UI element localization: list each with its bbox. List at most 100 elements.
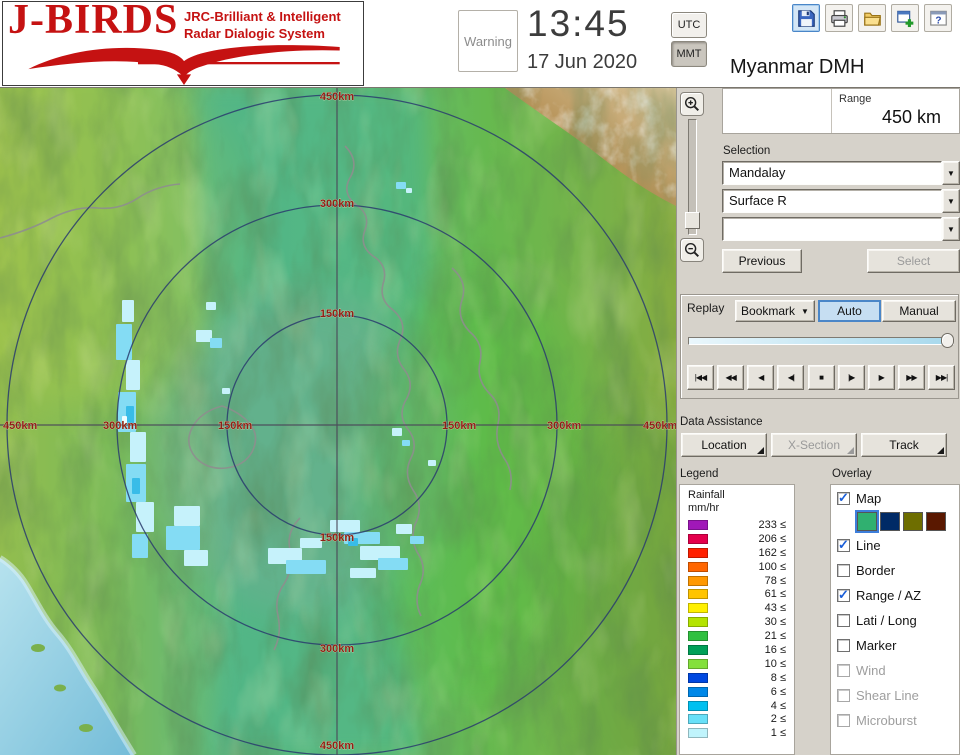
overlay-item-wind[interactable]: Wind: [835, 658, 955, 683]
zoom-control: [679, 92, 705, 262]
location-button-label: Location: [701, 438, 747, 452]
expand-corner-icon: [847, 447, 854, 454]
magnifier-minus-icon: [684, 242, 700, 258]
utc-button[interactable]: UTC: [671, 12, 707, 38]
manual-mode-button[interactable]: Manual: [882, 300, 956, 322]
overlay-item-shear-line[interactable]: Shear Line: [835, 683, 955, 708]
legend-swatch: [688, 672, 708, 683]
ring-label: 150km: [320, 308, 354, 320]
jump-last-button[interactable]: ▶▶|: [928, 365, 955, 390]
play-button[interactable]: ▶: [867, 365, 895, 390]
legend-row: 206 ≤: [688, 532, 786, 546]
selection-label: Selection: [723, 145, 771, 157]
step-forward-button[interactable]: |▶: [837, 365, 865, 390]
legend-swatch: [688, 547, 708, 558]
floppy-disk-icon: [797, 9, 815, 27]
legend-row: 4 ≤: [688, 699, 786, 713]
zoom-out-button[interactable]: [680, 238, 704, 262]
replay-group: Replay Bookmark ▼ Auto Manual |◀◀ ◀◀ ◀ ◀…: [680, 294, 959, 399]
legend-row: 2 ≤: [688, 712, 786, 726]
zoom-slider[interactable]: [684, 119, 700, 235]
x-section-button[interactable]: X-Section: [771, 433, 857, 457]
map-style-swatch[interactable]: [926, 511, 946, 531]
previous-button[interactable]: Previous: [722, 249, 802, 273]
zoom-slider-thumb[interactable]: [684, 212, 700, 229]
chevron-down-icon: ▼: [801, 306, 809, 316]
open-file-button[interactable]: [858, 4, 886, 32]
location-button[interactable]: Location: [681, 433, 767, 457]
stop-button[interactable]: ■: [807, 365, 835, 390]
data-assistance-label: Data Assistance: [680, 416, 763, 428]
overlay-item-range-az[interactable]: Range / AZ: [835, 583, 955, 608]
legend-row: 43 ≤: [688, 601, 786, 615]
radar-map[interactable]: 450km 300km 150km 150km 300km 450km 450k…: [0, 88, 676, 755]
legend-label: Legend: [680, 468, 719, 480]
product-dropdown-arrow[interactable]: ▼: [942, 189, 960, 213]
bookmark-dropdown-button[interactable]: Bookmark ▼: [735, 300, 815, 322]
fast-forward-button[interactable]: ▶▶: [897, 365, 925, 390]
overlay-item-border[interactable]: Border: [835, 558, 955, 583]
play-reverse-button[interactable]: ◀: [747, 365, 775, 390]
map-style-swatch[interactable]: [880, 511, 900, 531]
overlay-panel: Map Line Border Range: [830, 484, 960, 755]
option-dropdown-arrow[interactable]: ▼: [942, 217, 960, 241]
replay-slider-track[interactable]: [688, 337, 954, 345]
ring-label: 450km: [320, 91, 354, 103]
overlay-item-microburst[interactable]: Microburst: [835, 708, 955, 733]
overlay-item-map[interactable]: Map: [835, 488, 955, 509]
select-button[interactable]: Select: [867, 249, 960, 273]
line-checkbox[interactable]: [837, 537, 850, 553]
map-style-swatch[interactable]: [903, 511, 923, 531]
overlay-item-line[interactable]: Line: [835, 533, 955, 558]
save-button[interactable]: [792, 4, 820, 32]
legend-swatch: [688, 561, 708, 572]
step-back-button[interactable]: ◀|: [777, 365, 805, 390]
map-checkbox[interactable]: [837, 490, 850, 506]
marker-checkbox[interactable]: [837, 639, 850, 652]
svg-text:?: ?: [935, 15, 941, 26]
auto-mode-button[interactable]: Auto: [818, 300, 881, 322]
lati-long-checkbox[interactable]: [837, 614, 850, 627]
station-name: Myanmar DMH: [730, 50, 954, 84]
map-style-swatch[interactable]: [855, 509, 879, 533]
print-button[interactable]: [825, 4, 853, 32]
ring-label: 300km: [547, 420, 581, 432]
replay-slider-thumb[interactable]: [941, 333, 954, 348]
track-button[interactable]: Track: [861, 433, 947, 457]
legend-row: 233 ≤: [688, 518, 786, 532]
legend-swatch: [688, 686, 708, 697]
border-checkbox[interactable]: [837, 564, 850, 577]
site-dropdown[interactable]: Mandalay ▼: [722, 161, 960, 185]
logo: J-BIRDS JRC-Brilliant & Intelligent Rada…: [2, 0, 364, 86]
legend-swatch: [688, 714, 708, 725]
chevron-down-icon: ▼: [947, 224, 955, 234]
legend-scale: 233 ≤ 206 ≤ 162 ≤ 100 ≤ 78 ≤ 61 ≤ 43 ≤ 3…: [688, 518, 786, 740]
mmt-button[interactable]: MMT: [671, 41, 707, 67]
wind-checkbox[interactable]: [837, 664, 850, 677]
legend-row: 61 ≤: [688, 587, 786, 601]
toolbar: ?: [792, 4, 952, 32]
zoom-in-button[interactable]: [680, 92, 704, 116]
fast-rewind-button[interactable]: ◀◀: [717, 365, 745, 390]
new-window-button[interactable]: [891, 4, 919, 32]
shear-line-checkbox[interactable]: [837, 689, 850, 702]
printer-icon: [830, 9, 848, 27]
legend-product: Rainfall: [688, 489, 725, 501]
control-panel: Range 450 km Selection Mandalay ▼ Surfac…: [676, 88, 960, 755]
help-button[interactable]: ?: [924, 4, 952, 32]
product-dropdown[interactable]: Surface R ▼: [722, 189, 960, 213]
legend-swatch: [688, 728, 708, 739]
warning-indicator[interactable]: Warning: [458, 10, 518, 72]
legend-row: 6 ≤: [688, 685, 786, 699]
site-dropdown-arrow[interactable]: ▼: [942, 161, 960, 185]
clock-date: 17 Jun 2020: [527, 51, 638, 73]
replay-timeline-slider[interactable]: [688, 333, 954, 348]
overlay-item-marker[interactable]: Marker: [835, 633, 955, 658]
option-dropdown[interactable]: ▼: [722, 217, 960, 241]
legend-panel: Rainfall mm/hr 233 ≤ 206 ≤ 162 ≤ 100 ≤ 7…: [679, 484, 795, 755]
microburst-checkbox[interactable]: [837, 714, 850, 727]
overlay-item-lati-long[interactable]: Lati / Long: [835, 608, 955, 633]
jump-first-button[interactable]: |◀◀: [687, 365, 714, 390]
legend-row: 78 ≤: [688, 574, 786, 588]
range-az-checkbox[interactable]: [837, 587, 850, 603]
